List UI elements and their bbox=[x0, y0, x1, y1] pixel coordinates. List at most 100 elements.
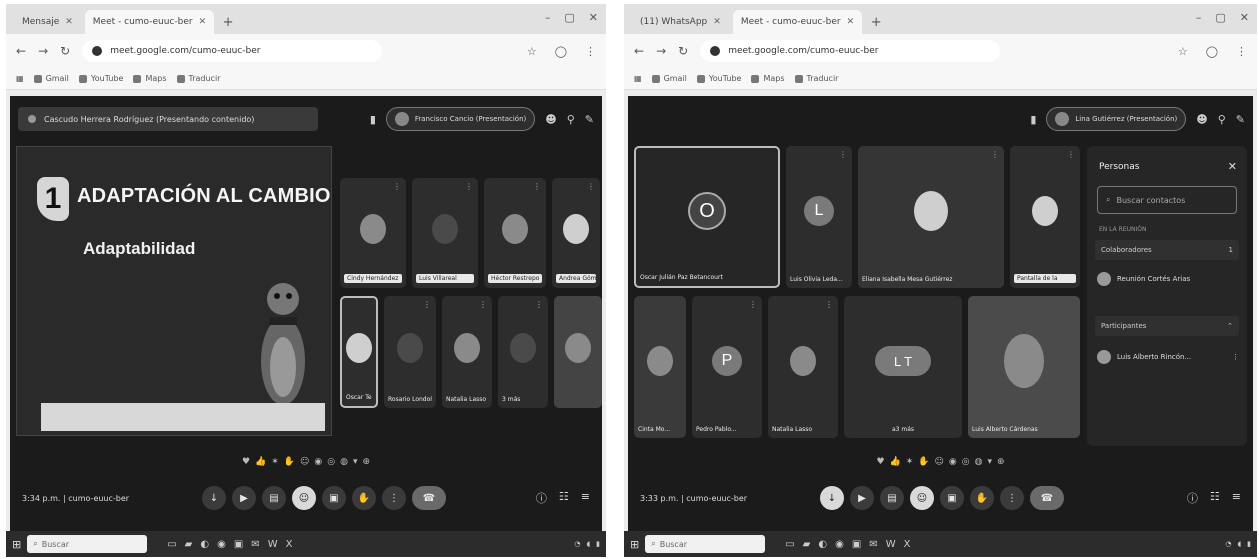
contributors-group[interactable]: Colaboradores 1 bbox=[1095, 240, 1239, 260]
more-options-icon[interactable]: ⋮ bbox=[423, 300, 431, 309]
layout-icon[interactable]: ▮ bbox=[370, 113, 376, 126]
end-call-button[interactable]: ☎ bbox=[1030, 486, 1064, 510]
close-icon[interactable]: ✕ bbox=[1228, 160, 1237, 173]
volume-icon[interactable]: ◖ bbox=[1237, 540, 1241, 548]
activities-icon[interactable]: ⚲ bbox=[1218, 113, 1226, 126]
laugh-reaction-icon[interactable]: ☺ bbox=[300, 457, 309, 467]
browser-tab-active[interactable]: Meet - cumo-euuc-ber ✕ bbox=[732, 10, 863, 34]
clap-reaction-icon[interactable]: ✋ bbox=[284, 457, 295, 467]
browser-tab-active[interactable]: Meet - cumo-euuc-ber ✕ bbox=[84, 10, 215, 34]
participants-group[interactable]: Participantes ⌃ bbox=[1095, 316, 1239, 336]
profile-icon[interactable]: ◯ bbox=[1206, 45, 1218, 58]
more-options-icon[interactable]: ⋮ bbox=[825, 300, 833, 309]
word-icon[interactable]: W bbox=[886, 539, 896, 550]
browser-tab[interactable]: (11) WhatsApp ✕ bbox=[632, 10, 729, 34]
reactions-icon[interactable]: ☺ bbox=[910, 486, 934, 510]
star-icon[interactable]: ☆ bbox=[527, 45, 537, 58]
presenter-pill[interactable]: Francisco Cancio (Presentación) bbox=[385, 107, 536, 131]
chrome-icon[interactable]: ◉ bbox=[835, 539, 844, 550]
present-icon[interactable]: ▣ bbox=[940, 486, 964, 510]
url-field[interactable]: meet.google.com/cumo-euuc-ber bbox=[82, 40, 383, 62]
close-window-icon[interactable]: ✕ bbox=[589, 11, 598, 24]
participant-tile[interactable]: Cinta Mo... bbox=[634, 296, 686, 438]
captions-icon[interactable]: ▤ bbox=[262, 486, 286, 510]
store-icon[interactable]: ▣ bbox=[234, 539, 243, 550]
more-options-icon[interactable]: ⋮ bbox=[393, 182, 401, 191]
people-icon[interactable]: ☻ bbox=[545, 113, 556, 126]
cry-reaction-icon[interactable]: ◎ bbox=[327, 457, 335, 467]
participant-tile[interactable]: ⋮ Natalia Lasso bbox=[442, 296, 492, 408]
thumbs-up-reaction-icon[interactable]: 👍 bbox=[890, 457, 901, 467]
close-icon[interactable]: ✕ bbox=[65, 17, 73, 27]
minimize-icon[interactable]: – bbox=[545, 11, 551, 24]
cry-reaction-icon[interactable]: ◎ bbox=[962, 457, 970, 467]
close-icon[interactable]: ✕ bbox=[713, 17, 721, 27]
mic-icon[interactable]: ↓ bbox=[202, 486, 226, 510]
apps-icon[interactable]: ▦ bbox=[634, 74, 642, 83]
excel-icon[interactable]: X bbox=[904, 539, 911, 550]
more-options-icon[interactable]: ⋮ bbox=[1000, 486, 1024, 510]
more-options-icon[interactable]: ⋮ bbox=[1067, 150, 1075, 159]
thumbs-down-reaction-icon[interactable]: ▾ bbox=[987, 457, 992, 467]
people-search-input[interactable]: ⌕ Buscar contactos bbox=[1097, 186, 1237, 214]
participant-tile[interactable]: ⋮ P Pedro Pablo... bbox=[692, 296, 762, 438]
new-tab-button[interactable]: + bbox=[218, 10, 238, 34]
apps-icon[interactable]: ▦ bbox=[16, 74, 24, 83]
participant-tile[interactable]: ⋮ Eliana Isabella Mesa Gutiérrez bbox=[858, 146, 1004, 288]
settings-icon[interactable]: ✎ bbox=[1236, 113, 1245, 126]
bookmark[interactable]: Gmail bbox=[651, 74, 687, 83]
participant-tile-active[interactable]: Oscar Tello bbox=[340, 296, 378, 408]
edge-icon[interactable]: ◐ bbox=[200, 539, 209, 550]
file-explorer-icon[interactable]: ▰ bbox=[803, 539, 811, 550]
participant-tile[interactable]: ⋮ Héctor Restrepo bbox=[484, 178, 546, 288]
more-options-icon[interactable]: ⋮ bbox=[1232, 353, 1239, 361]
more-options-icon[interactable]: ⋮ bbox=[991, 150, 999, 159]
people-icon[interactable]: ☻ bbox=[1196, 113, 1207, 126]
presenter-pill[interactable]: Lina Gutiérrez (Presentación) bbox=[1046, 107, 1187, 131]
windows-start-icon[interactable]: ⊞ bbox=[630, 538, 639, 551]
more-options-icon[interactable]: ⋮ bbox=[535, 300, 543, 309]
back-icon[interactable]: ← bbox=[634, 44, 644, 58]
participant-tile[interactable]: Luis Alberto Cárdenas bbox=[968, 296, 1080, 438]
present-icon[interactable]: ▣ bbox=[322, 486, 346, 510]
reactions-icon[interactable]: ☺ bbox=[292, 486, 316, 510]
bookmark[interactable]: YouTube bbox=[78, 74, 123, 83]
battery-icon[interactable]: ▮ bbox=[1247, 540, 1251, 548]
more-options-icon[interactable]: ⋮ bbox=[587, 182, 595, 191]
menu-icon[interactable]: ⋮ bbox=[585, 45, 596, 58]
heart-reaction-icon[interactable]: ♥ bbox=[242, 457, 250, 467]
participant-tile-active[interactable]: O Oscar Julián Paz Betancourt bbox=[634, 146, 780, 288]
layout-icon[interactable]: ▮ bbox=[1030, 113, 1036, 126]
raise-hand-icon[interactable]: ✋ bbox=[970, 486, 994, 510]
participant-tile[interactable]: ⋮ Rosario Londoño bbox=[384, 296, 436, 408]
thinking-reaction-icon[interactable]: ◍ bbox=[975, 457, 983, 467]
heart-reaction-icon[interactable]: ♥ bbox=[876, 457, 884, 467]
star-icon[interactable]: ☆ bbox=[1178, 45, 1188, 58]
new-tab-button[interactable]: + bbox=[866, 10, 886, 34]
minimize-icon[interactable]: – bbox=[1196, 11, 1202, 24]
site-info-icon[interactable] bbox=[92, 46, 103, 56]
info-icon[interactable]: ⓘ bbox=[1187, 490, 1198, 506]
chevron-up-icon[interactable]: ⌃ bbox=[1227, 322, 1233, 330]
reload-icon[interactable]: ↻ bbox=[678, 44, 688, 58]
word-icon[interactable]: W bbox=[268, 539, 278, 550]
activities-icon[interactable]: ≡ bbox=[581, 490, 590, 506]
battery-icon[interactable]: ▮ bbox=[596, 540, 600, 548]
thumbs-down-reaction-icon[interactable]: ▾ bbox=[353, 457, 358, 467]
edge-icon[interactable]: ◐ bbox=[818, 539, 827, 550]
back-icon[interactable]: ← bbox=[16, 44, 26, 58]
participant-tile[interactable]: ⋮ L Luis Olivia Leda... bbox=[786, 146, 852, 288]
task-view-icon[interactable]: ▭ bbox=[167, 539, 176, 550]
laugh-reaction-icon[interactable]: ☺ bbox=[935, 457, 944, 467]
participant-tile[interactable]: ⋮ Cindy Hernández bbox=[340, 178, 406, 288]
wifi-icon[interactable]: ◔ bbox=[574, 540, 580, 548]
more-options-icon[interactable]: ⋮ bbox=[839, 150, 847, 159]
menu-icon[interactable]: ⋮ bbox=[1236, 45, 1247, 58]
info-icon[interactable]: ⓘ bbox=[536, 490, 547, 506]
windows-start-icon[interactable]: ⊞ bbox=[12, 538, 21, 551]
more-options-icon[interactable]: ⋮ bbox=[749, 300, 757, 309]
mail-icon[interactable]: ✉ bbox=[251, 539, 259, 550]
bookmark[interactable]: Maps bbox=[133, 74, 167, 83]
surprised-reaction-icon[interactable]: ◉ bbox=[949, 457, 957, 467]
bookmark[interactable]: Gmail bbox=[33, 74, 69, 83]
